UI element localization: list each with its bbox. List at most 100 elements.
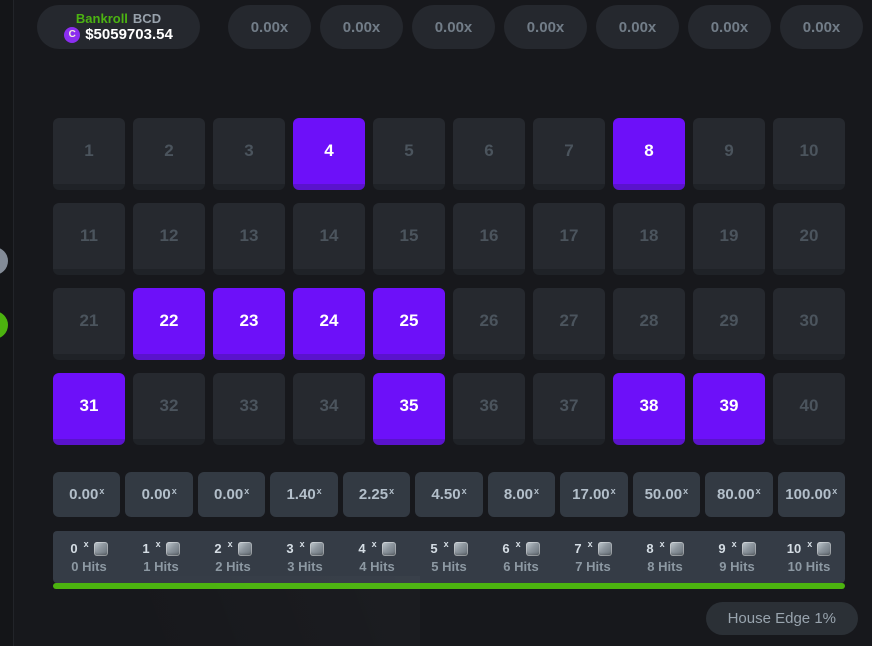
hits-count-row: 8x xyxy=(646,542,683,556)
hits-count-value: 3 xyxy=(286,542,293,555)
gem-icon xyxy=(526,542,540,556)
keno-tile-6[interactable]: 6 xyxy=(453,118,525,190)
keno-tile-33[interactable]: 33 xyxy=(213,373,285,445)
hits-legend-col-2: 2x2 Hits xyxy=(197,531,269,583)
multiply-symbol: x xyxy=(300,538,305,551)
payout-multiplier-2: 0.00x xyxy=(198,472,265,517)
keno-tile-40[interactable]: 40 xyxy=(773,373,845,445)
multiply-symbol: x xyxy=(389,486,394,496)
hits-legend-col-8: 8x 8 Hits xyxy=(629,531,701,583)
hits-label: 8 Hits xyxy=(647,560,682,573)
keno-tile-38[interactable]: 38 xyxy=(613,373,685,445)
keno-tile-22[interactable]: 22 xyxy=(133,288,205,360)
keno-tile-28[interactable]: 28 xyxy=(613,288,685,360)
keno-tile-36[interactable]: 36 xyxy=(453,373,525,445)
payout-multiplier-value: 2.25 xyxy=(359,486,388,503)
keno-tile-3[interactable]: 3 xyxy=(213,118,285,190)
hits-count-row: 2x xyxy=(214,542,251,556)
recent-result-pill-0: 0.00x xyxy=(228,5,311,49)
hits-legend-col-10: 10x10 Hits xyxy=(773,531,845,583)
keno-tile-25[interactable]: 25 xyxy=(373,288,445,360)
payout-multiplier-4: 2.25x xyxy=(343,472,410,517)
keno-tile-31[interactable]: 31 xyxy=(53,373,125,445)
hits-count-row: 3x xyxy=(286,542,323,556)
keno-tile-1[interactable]: 1 xyxy=(53,118,125,190)
hits-count-value: 10 xyxy=(787,542,801,555)
multiply-symbol: x xyxy=(807,538,812,551)
keno-tile-8[interactable]: 8 xyxy=(613,118,685,190)
payout-multiplier-value: 0.00 xyxy=(142,486,171,503)
hits-label: 7 Hits xyxy=(575,560,610,573)
keno-tile-10[interactable]: 10 xyxy=(773,118,845,190)
hits-count-value: 4 xyxy=(358,542,365,555)
multiply-symbol: x xyxy=(462,486,467,496)
payout-multiplier-value: 1.40 xyxy=(286,486,315,503)
payout-multiplier-5: 4.50x xyxy=(415,472,482,517)
keno-tile-4[interactable]: 4 xyxy=(293,118,365,190)
hits-count-row: 9x xyxy=(718,542,755,556)
hits-count-row: 10x xyxy=(787,542,831,556)
keno-tile-29[interactable]: 29 xyxy=(693,288,765,360)
hits-label: 0 Hits xyxy=(71,560,106,573)
keno-tile-9[interactable]: 9 xyxy=(693,118,765,190)
bankroll-title: Bankroll BCD xyxy=(76,12,161,26)
keno-tile-24[interactable]: 24 xyxy=(293,288,365,360)
keno-tile-15[interactable]: 15 xyxy=(373,203,445,275)
hits-count-value: 2 xyxy=(214,542,221,555)
keno-tile-32[interactable]: 32 xyxy=(133,373,205,445)
payout-multiplier-1: 0.00x xyxy=(125,472,192,517)
hits-legend-col-3: 3x 3 Hits xyxy=(269,531,341,583)
hits-label: 6 Hits xyxy=(503,560,538,573)
left-sidebar-edge xyxy=(0,0,14,646)
keno-tile-18[interactable]: 18 xyxy=(613,203,685,275)
keno-tile-16[interactable]: 16 xyxy=(453,203,525,275)
keno-tile-11[interactable]: 11 xyxy=(53,203,125,275)
hits-label: 3 Hits xyxy=(287,560,322,573)
hits-count-row: 1x xyxy=(142,542,179,556)
multiply-symbol: x xyxy=(172,486,177,496)
keno-tile-23[interactable]: 23 xyxy=(213,288,285,360)
house-edge-button[interactable]: House Edge 1% xyxy=(706,602,858,635)
keno-tile-27[interactable]: 27 xyxy=(533,288,605,360)
keno-tile-21[interactable]: 21 xyxy=(53,288,125,360)
keno-tile-7[interactable]: 7 xyxy=(533,118,605,190)
payout-multiplier-value: 4.50 xyxy=(431,486,460,503)
keno-tile-30[interactable]: 30 xyxy=(773,288,845,360)
multiply-symbol: x xyxy=(228,538,233,551)
recent-results-bar: 0.00x0.00x0.00x0.00x0.00x0.00x0.00x xyxy=(228,5,863,49)
multiply-symbol: x xyxy=(660,538,665,551)
hits-count-row: 7x xyxy=(574,542,611,556)
multiply-symbol: x xyxy=(683,486,688,496)
keno-tile-39[interactable]: 39 xyxy=(693,373,765,445)
hits-count-row: 4x xyxy=(358,542,395,556)
hits-count-value: 7 xyxy=(574,542,581,555)
keno-tile-13[interactable]: 13 xyxy=(213,203,285,275)
multiply-symbol: x xyxy=(444,538,449,551)
multiply-symbol: x xyxy=(317,486,322,496)
keno-tile-26[interactable]: 26 xyxy=(453,288,525,360)
keno-tile-5[interactable]: 5 xyxy=(373,118,445,190)
hits-count-value: 0 xyxy=(70,542,77,555)
keno-tile-12[interactable]: 12 xyxy=(133,203,205,275)
keno-tile-14[interactable]: 14 xyxy=(293,203,365,275)
keno-tile-20[interactable]: 20 xyxy=(773,203,845,275)
keno-tile-19[interactable]: 19 xyxy=(693,203,765,275)
hits-legend-col-1: 1x1 Hits xyxy=(125,531,197,583)
hits-label: 5 Hits xyxy=(431,560,466,573)
hits-label: 4 Hits xyxy=(359,560,394,573)
top-bar: Bankroll BCD C $5059703.54 0.00x0.00x0.0… xyxy=(37,5,863,49)
keno-tile-2[interactable]: 2 xyxy=(133,118,205,190)
keno-tile-34[interactable]: 34 xyxy=(293,373,365,445)
keno-tile-35[interactable]: 35 xyxy=(373,373,445,445)
payout-multiplier-value: 17.00 xyxy=(572,486,610,503)
gem-icon xyxy=(742,542,756,556)
gem-icon xyxy=(166,542,180,556)
payout-multiplier-value: 0.00 xyxy=(69,486,98,503)
recent-result-pill-3: 0.00x xyxy=(504,5,587,49)
keno-tile-17[interactable]: 17 xyxy=(533,203,605,275)
bankroll-currency: BCD xyxy=(133,12,161,26)
keno-tile-37[interactable]: 37 xyxy=(533,373,605,445)
hits-count-value: 9 xyxy=(718,542,725,555)
bankroll-label: Bankroll xyxy=(76,12,128,26)
bankroll-display[interactable]: Bankroll BCD C $5059703.54 xyxy=(37,5,200,49)
